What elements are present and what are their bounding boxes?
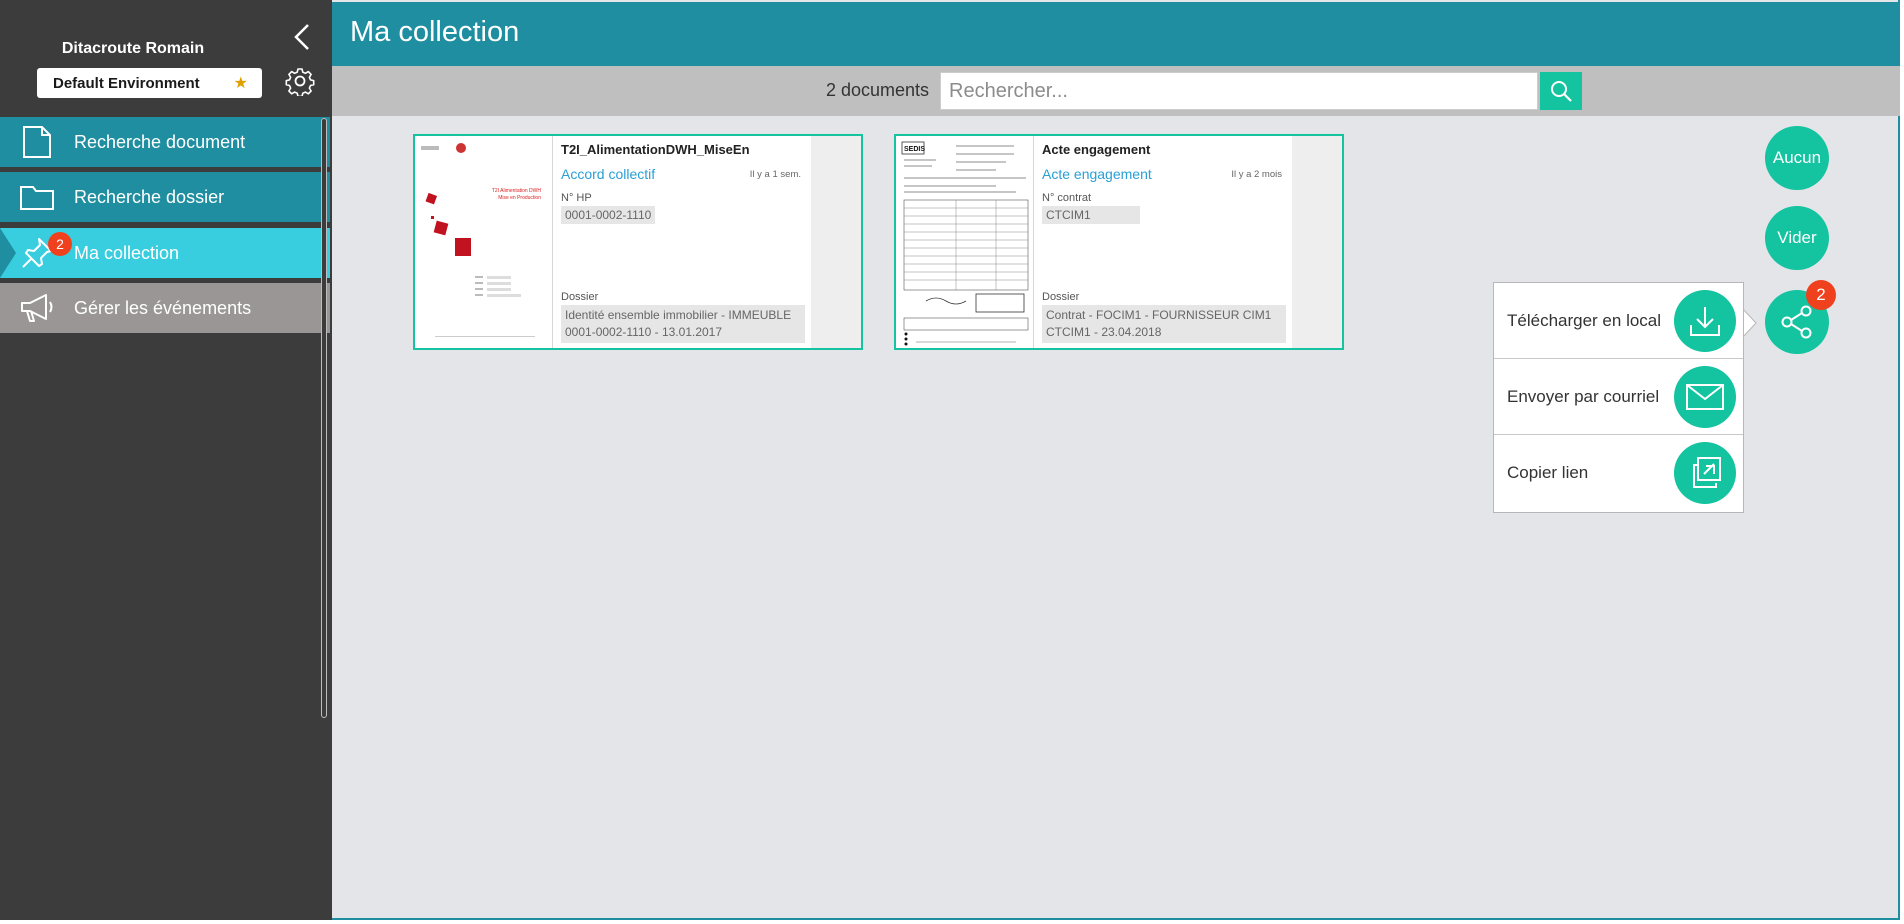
folder-icon — [0, 172, 74, 222]
card-side — [1292, 136, 1342, 348]
download-local-item[interactable]: Télécharger en local — [1494, 283, 1743, 359]
thumbnail-title: SEDIS — [904, 146, 925, 153]
search-toolbar: 2 documents — [332, 66, 1900, 116]
user-name: Ditacroute Romain — [61, 40, 205, 57]
share-count-badge: 2 — [1806, 280, 1836, 310]
sidebar-item-label: Recherche dossier — [74, 186, 225, 207]
environment-label: Default Environment — [53, 74, 200, 92]
share-menu: Télécharger en local Envoyer par courrie… — [1493, 282, 1744, 513]
card-dossier-label: Dossier — [1042, 291, 1080, 303]
main-panel: Ma collection 2 documents T2I Alimentati… — [332, 0, 1900, 920]
card-field-value: CTCIM1 — [1042, 206, 1140, 224]
document-thumbnail: T2I Alimentation DWH Mise en Production — [415, 136, 553, 348]
pin-icon: 2 — [0, 228, 74, 278]
thumbnail-subtitle: Mise en Production — [498, 195, 541, 201]
page-title: Ma collection — [350, 16, 520, 48]
menu-item-label: Copier lien — [1507, 463, 1589, 482]
clear-collection-button[interactable]: Vider — [1765, 206, 1829, 270]
card-dossier: Contrat - FOCIM1 - FOURNISSEUR CIM1 CTCI… — [1042, 305, 1286, 343]
copy-link-item[interactable]: Copier lien — [1494, 435, 1743, 511]
card-dossier-line: CTCIM1 - 23.04.2018 — [1046, 325, 1162, 339]
page-header: Ma collection — [332, 2, 1900, 66]
search-button[interactable] — [1540, 72, 1582, 110]
copy-link-icon — [1674, 442, 1736, 504]
document-icon — [0, 117, 74, 167]
card-dossier-line: Contrat - FOCIM1 - FOURNISSEUR CIM1 — [1046, 308, 1272, 322]
menu-item-label: Envoyer par courriel — [1507, 386, 1660, 406]
sidebar-item-gerer-evenements[interactable]: Gérer les événements — [0, 283, 330, 333]
card-document-type: Accord collectif — [561, 166, 656, 182]
card-dossier: Identité ensemble immobilier - IMMEUBLE … — [561, 305, 805, 343]
sidebar-item-label: Ma collection — [74, 242, 180, 263]
sidebar: Ditacroute Romain Default Environment ★ … — [0, 0, 332, 920]
card-dossier-line: Identité ensemble immobilier - IMMEUBLE — [565, 308, 792, 322]
document-card[interactable]: T2I Alimentation DWH Mise en Production … — [413, 134, 863, 350]
search-icon — [1551, 81, 1572, 102]
card-side — [811, 136, 861, 348]
card-document-type: Acte engagement — [1042, 166, 1152, 182]
card-dossier-label: Dossier — [561, 291, 599, 303]
card-field-value: 0001-0002-1110 — [561, 206, 656, 224]
select-none-button[interactable]: Aucun — [1765, 126, 1829, 190]
star-icon: ★ — [233, 75, 248, 92]
mail-icon — [1674, 365, 1736, 428]
document-count: 2 documents — [826, 80, 930, 100]
sidebar-item-label: Gérer les événements — [74, 297, 252, 318]
download-icon — [1674, 289, 1736, 352]
collapse-sidebar-icon[interactable] — [290, 22, 314, 52]
sidebar-item-label: Recherche document — [74, 131, 246, 152]
document-card[interactable]: SEDIS Acte engagement Acte engagement Il… — [894, 134, 1344, 350]
card-body: T2I_AlimentationDWH_MiseEn Accord collec… — [553, 136, 811, 348]
sidebar-item-recherche-document[interactable]: Recherche document — [0, 117, 330, 167]
menu-item-label: Télécharger en local — [1507, 310, 1662, 330]
share-icon — [1781, 305, 1812, 339]
sidebar-item-recherche-dossier[interactable]: Recherche dossier — [0, 172, 330, 222]
collection-count-badge: 2 — [48, 232, 72, 256]
card-title: T2I_AlimentationDWH_MiseEn — [561, 142, 750, 157]
card-title: Acte engagement — [1042, 142, 1151, 157]
menu-pointer — [1742, 308, 1757, 338]
card-body: Acte engagement Acte engagement Il y a 2… — [1034, 136, 1292, 348]
sidebar-scrollbar[interactable] — [321, 118, 327, 718]
card-dossier-line: 0001-0002-1110 - 13.01.2017 — [565, 325, 723, 339]
thumbnail-title: T2I Alimentation DWH — [492, 188, 542, 194]
environment-selector[interactable]: Default Environment ★ — [37, 68, 262, 98]
megaphone-icon — [0, 283, 74, 333]
card-timestamp: Il y a 1 sem. — [749, 169, 801, 180]
card-field-label: N° contrat — [1042, 192, 1092, 204]
search-input[interactable] — [940, 72, 1538, 110]
card-timestamp: Il y a 2 mois — [1231, 169, 1282, 180]
card-field-label: N° HP — [561, 192, 592, 204]
sidebar-item-ma-collection[interactable]: 2 Ma collection — [0, 228, 330, 278]
gear-icon[interactable] — [285, 66, 315, 98]
document-thumbnail: SEDIS — [896, 136, 1034, 348]
send-email-item[interactable]: Envoyer par courriel — [1494, 359, 1743, 435]
